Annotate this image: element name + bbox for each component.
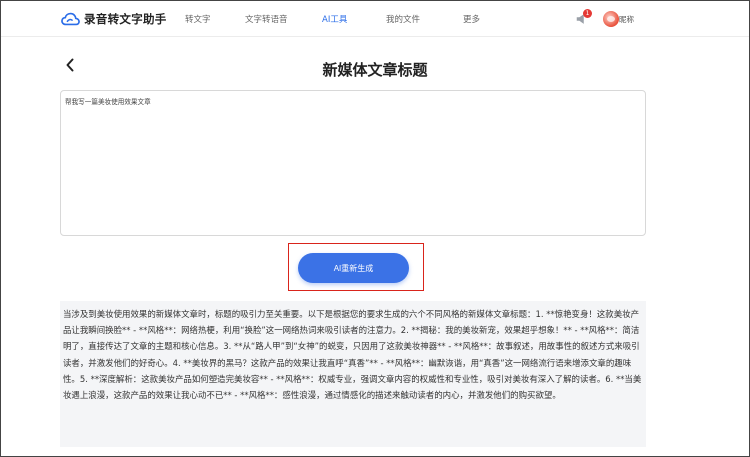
top-navbar: 录音转文字助手 转文字 文字转语音 AI工具 我的文件 更多 1 昵称	[1, 1, 749, 37]
nav-item-my-files[interactable]: 我的文件	[386, 13, 420, 25]
nav-item-transcribe[interactable]: 转文字	[185, 13, 211, 25]
nav-item-more[interactable]: 更多	[463, 13, 480, 25]
app-name: 录音转文字助手	[84, 12, 167, 26]
result-text: 当涉及到美妆使用效果的新媒体文章时，标题的吸引力至关重要。以下是根据您的要求生成…	[63, 309, 642, 401]
page-title: 新媒体文章标题	[322, 61, 428, 79]
avatar[interactable]	[603, 11, 619, 27]
nav-item-ai-tools[interactable]: AI工具	[322, 13, 347, 25]
prompt-textarea[interactable]: 帮我写一篇美妆使用效果文章	[60, 90, 646, 236]
notification-badge: 1	[583, 9, 592, 18]
regenerate-button[interactable]: AI重新生成	[298, 253, 409, 283]
nav-item-text-to-speech[interactable]: 文字转语音	[245, 13, 288, 25]
result-panel: 当涉及到美妆使用效果的新媒体文章时，标题的吸引力至关重要。以下是根据您的要求生成…	[60, 301, 646, 447]
prompt-text: 帮我写一篇美妆使用效果文章	[65, 98, 151, 106]
user-nickname[interactable]: 昵称	[619, 14, 634, 25]
cloud-logo-icon	[61, 12, 80, 26]
app-logo[interactable]: 录音转文字助手	[61, 11, 167, 27]
